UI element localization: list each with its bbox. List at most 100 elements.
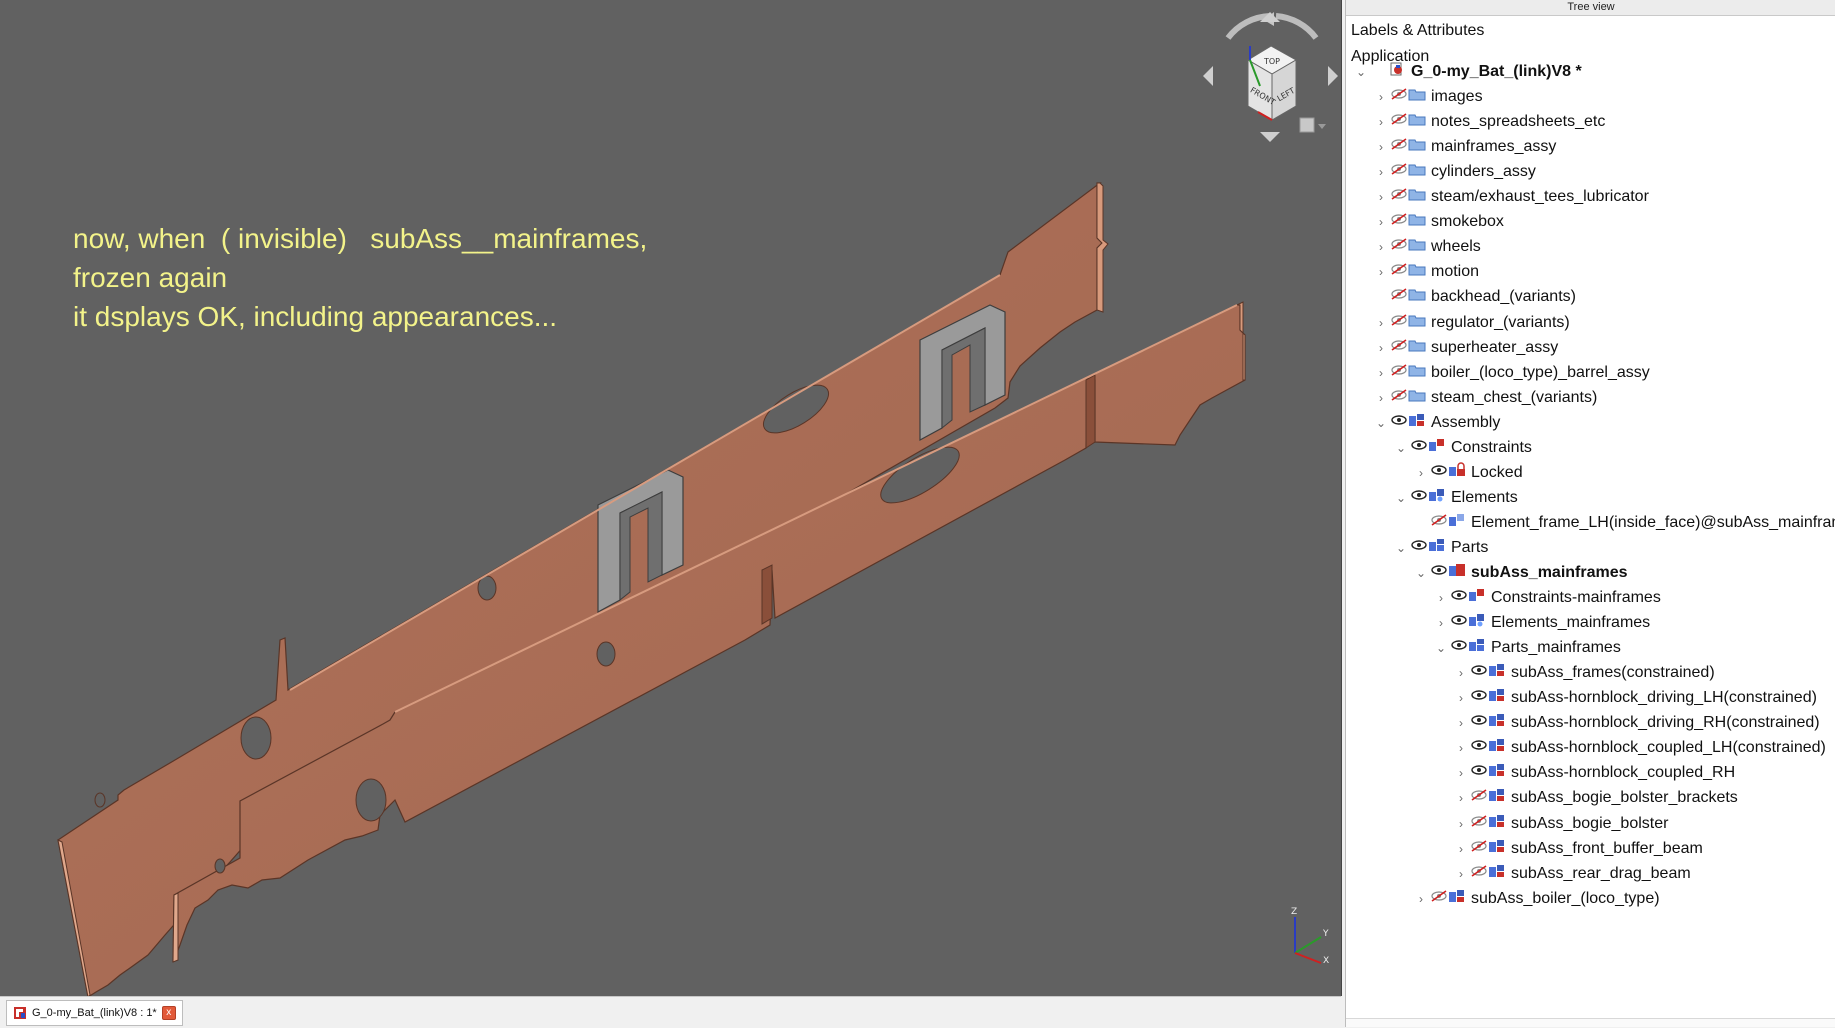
tree-row[interactable]: › subAss-hornblock_driving_LH(constrained… bbox=[1452, 685, 1817, 710]
chevron-right-icon[interactable]: › bbox=[1452, 791, 1470, 805]
tree-row[interactable]: › wheels bbox=[1372, 234, 1481, 259]
tree-row[interactable]: › subAss_frames(constrained) bbox=[1452, 660, 1715, 685]
visibility-eye-icon[interactable] bbox=[1470, 763, 1488, 782]
chevron-down-icon[interactable]: ⌄ bbox=[1412, 566, 1430, 580]
visibility-hidden-icon[interactable] bbox=[1390, 112, 1408, 131]
tree-row[interactable]: › images bbox=[1372, 84, 1483, 109]
visibility-hidden-icon[interactable] bbox=[1470, 864, 1488, 883]
visibility-hidden-icon[interactable] bbox=[1470, 839, 1488, 858]
tree-row[interactable]: › mainframes_assy bbox=[1372, 134, 1556, 159]
tree-row[interactable]: › notes_spreadsheets_etc bbox=[1372, 109, 1605, 134]
chevron-right-icon[interactable]: › bbox=[1452, 666, 1470, 680]
visibility-hidden-icon[interactable] bbox=[1390, 287, 1408, 306]
tree-row[interactable]: › subAss-hornblock_coupled_RH bbox=[1452, 760, 1735, 785]
chevron-right-icon[interactable]: › bbox=[1432, 616, 1450, 630]
visibility-eye-icon[interactable] bbox=[1410, 488, 1428, 507]
visibility-hidden-icon[interactable] bbox=[1390, 162, 1408, 181]
chevron-right-icon[interactable]: › bbox=[1452, 716, 1470, 730]
visibility-hidden-icon[interactable] bbox=[1390, 388, 1408, 407]
tree-row[interactable]: › subAss-hornblock_coupled_LH(constrained… bbox=[1452, 735, 1826, 760]
chevron-down-icon[interactable]: ⌄ bbox=[1432, 641, 1450, 655]
tree-row[interactable]: ⌄ Elements bbox=[1392, 485, 1518, 510]
visibility-hidden-icon[interactable] bbox=[1390, 363, 1408, 382]
close-tab-icon[interactable]: x bbox=[161, 1006, 176, 1020]
tree-row[interactable]: backhead_(variants) bbox=[1372, 284, 1576, 309]
tree-row[interactable]: › subAss_bogie_bolster_brackets bbox=[1452, 785, 1738, 810]
visibility-eye-icon[interactable] bbox=[1470, 663, 1488, 682]
chevron-down-icon[interactable]: ⌄ bbox=[1392, 541, 1410, 555]
chevron-right-icon[interactable]: › bbox=[1372, 316, 1390, 330]
visibility-eye-icon[interactable] bbox=[1430, 463, 1448, 482]
visibility-eye-icon[interactable] bbox=[1430, 563, 1448, 582]
tree-row[interactable]: › Elements_mainframes bbox=[1432, 610, 1650, 635]
chevron-right-icon[interactable]: › bbox=[1452, 842, 1470, 856]
visibility-hidden-icon[interactable] bbox=[1470, 788, 1488, 807]
chevron-down-icon[interactable]: ⌄ bbox=[1392, 441, 1410, 455]
visibility-hidden-icon[interactable] bbox=[1390, 237, 1408, 256]
visibility-eye-icon[interactable] bbox=[1470, 713, 1488, 732]
visibility-eye-icon[interactable] bbox=[1470, 688, 1488, 707]
visibility-hidden-icon[interactable] bbox=[1390, 87, 1408, 106]
visibility-eye-icon[interactable] bbox=[1390, 413, 1408, 432]
chevron-right-icon[interactable]: › bbox=[1372, 115, 1390, 129]
tree-row[interactable]: ⌄ G_0-my_Bat_(link)V8 * bbox=[1352, 59, 1582, 84]
chevron-right-icon[interactable]: › bbox=[1372, 240, 1390, 254]
visibility-eye-icon[interactable] bbox=[1450, 588, 1468, 607]
visibility-hidden-icon[interactable] bbox=[1390, 137, 1408, 156]
chevron-right-icon[interactable]: › bbox=[1452, 867, 1470, 881]
tree-row[interactable]: › superheater_assy bbox=[1372, 335, 1558, 360]
chevron-right-icon[interactable]: › bbox=[1432, 591, 1450, 605]
visibility-eye-icon[interactable] bbox=[1450, 638, 1468, 657]
visibility-eye-icon[interactable] bbox=[1410, 538, 1428, 557]
visibility-hidden-icon[interactable] bbox=[1390, 338, 1408, 357]
tree-row[interactable]: › subAss-hornblock_driving_RH(constrained… bbox=[1452, 710, 1820, 735]
chevron-down-icon[interactable]: ⌄ bbox=[1372, 416, 1390, 430]
chevron-right-icon[interactable]: › bbox=[1372, 215, 1390, 229]
tree-row[interactable]: › steam/exhaust_tees_lubricator bbox=[1372, 184, 1649, 209]
chevron-right-icon[interactable]: › bbox=[1372, 140, 1390, 154]
chevron-right-icon[interactable]: › bbox=[1372, 265, 1390, 279]
tree-row[interactable]: ⌄ Assembly bbox=[1372, 410, 1500, 435]
chevron-right-icon[interactable]: › bbox=[1372, 391, 1390, 405]
visibility-hidden-icon[interactable] bbox=[1390, 262, 1408, 281]
visibility-hidden-icon[interactable] bbox=[1430, 513, 1448, 532]
tree-row[interactable]: › subAss_front_buffer_beam bbox=[1452, 836, 1703, 861]
visibility-eye-icon[interactable] bbox=[1470, 738, 1488, 757]
tree-row[interactable]: › smokebox bbox=[1372, 209, 1504, 234]
chevron-right-icon[interactable]: › bbox=[1412, 892, 1430, 906]
chevron-down-icon[interactable]: ⌄ bbox=[1352, 65, 1370, 79]
tree-row[interactable]: ⌄ subAss_mainframes bbox=[1412, 560, 1628, 585]
tree-row[interactable]: › boiler_(loco_type)_barrel_assy bbox=[1372, 360, 1650, 385]
tree-row[interactable]: › Locked bbox=[1412, 460, 1523, 485]
chevron-right-icon[interactable]: › bbox=[1372, 165, 1390, 179]
visibility-hidden-icon[interactable] bbox=[1430, 889, 1448, 908]
tree-row[interactable]: › subAss_bogie_bolster bbox=[1452, 811, 1668, 836]
tree-row[interactable]: › Constraints-mainframes bbox=[1432, 585, 1661, 610]
visibility-hidden-icon[interactable] bbox=[1390, 187, 1408, 206]
tree-row[interactable]: › regulator_(variants) bbox=[1372, 310, 1570, 335]
chevron-right-icon[interactable]: › bbox=[1452, 741, 1470, 755]
tree-row[interactable]: › subAss_rear_drag_beam bbox=[1452, 861, 1691, 886]
visibility-hidden-icon[interactable] bbox=[1390, 313, 1408, 332]
visibility-eye-icon[interactable] bbox=[1410, 438, 1428, 457]
tree-row[interactable]: ⌄ Parts_mainframes bbox=[1432, 635, 1621, 660]
tree-row[interactable]: › motion bbox=[1372, 259, 1479, 284]
chevron-right-icon[interactable]: › bbox=[1452, 766, 1470, 780]
tree-row[interactable]: › steam_chest_(variants) bbox=[1372, 385, 1597, 410]
visibility-hidden-icon[interactable] bbox=[1390, 212, 1408, 231]
chevron-down-icon[interactable]: ⌄ bbox=[1392, 491, 1410, 505]
visibility-eye-icon[interactable] bbox=[1450, 613, 1468, 632]
chevron-right-icon[interactable]: › bbox=[1452, 691, 1470, 705]
visibility-hidden-icon[interactable] bbox=[1470, 814, 1488, 833]
tree-row[interactable]: › cylinders_assy bbox=[1372, 159, 1536, 184]
document-tab[interactable]: G_0-my_Bat_(link)V8 : 1* x bbox=[6, 1000, 183, 1026]
chevron-right-icon[interactable]: › bbox=[1372, 190, 1390, 204]
chevron-right-icon[interactable]: › bbox=[1412, 466, 1430, 480]
chevron-right-icon[interactable]: › bbox=[1372, 341, 1390, 355]
tree-row[interactable]: › subAss_boiler_(loco_type) bbox=[1412, 886, 1660, 911]
tree-row[interactable]: ⌄ Constraints bbox=[1392, 435, 1532, 460]
3d-viewport[interactable]: now, when ( invisible) subAss__mainframe… bbox=[0, 0, 1342, 996]
chevron-right-icon[interactable]: › bbox=[1372, 366, 1390, 380]
chevron-right-icon[interactable]: › bbox=[1452, 817, 1470, 831]
horizontal-scrollbar[interactable] bbox=[1346, 1018, 1835, 1027]
